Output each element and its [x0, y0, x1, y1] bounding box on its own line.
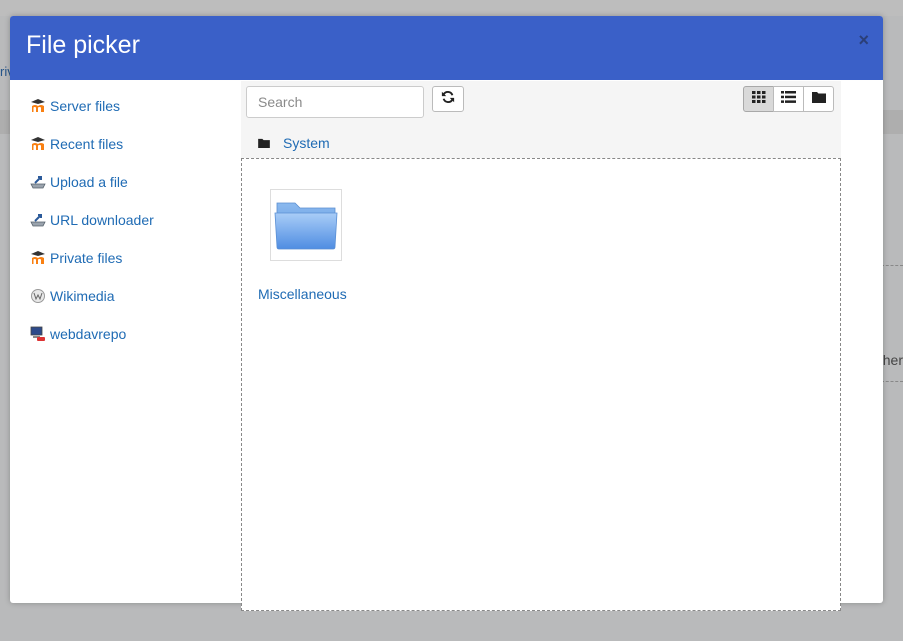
- repo-item-label: Server files: [50, 98, 121, 114]
- moodle-icon: [30, 250, 46, 266]
- folder-thumbnail: [270, 189, 342, 261]
- refresh-button[interactable]: [432, 86, 464, 112]
- dialog-title: File picker: [26, 31, 140, 59]
- repo-item-wikimedia[interactable]: Wikimedia: [30, 277, 154, 315]
- refresh-icon: [441, 90, 455, 109]
- file-toolbar: System: [241, 81, 841, 158]
- background-divider: [881, 265, 903, 266]
- file-listing-area: Miscellaneous: [241, 158, 841, 611]
- view-mode-switcher: [743, 86, 834, 112]
- folder-icon: [258, 135, 270, 151]
- repository-list: Server files Recent files Upload a file …: [30, 87, 154, 353]
- upload-icon: [30, 174, 46, 190]
- repo-item-webdavrepo[interactable]: webdavrepo: [30, 315, 154, 353]
- view-tree-button[interactable]: [803, 86, 834, 112]
- wikimedia-icon: [30, 288, 46, 304]
- url-download-icon: [30, 212, 46, 228]
- file-item-label: Miscellaneous: [258, 286, 347, 302]
- moodle-icon: [30, 98, 46, 114]
- file-picker-content: System: [241, 81, 841, 611]
- background-top-bar: [0, 0, 903, 16]
- view-icons-button[interactable]: [743, 86, 774, 112]
- repo-item-label: URL downloader: [50, 212, 154, 228]
- close-button[interactable]: ×: [858, 30, 869, 51]
- repo-item-label: Recent files: [50, 136, 124, 152]
- breadcrumb: System: [258, 135, 330, 151]
- moodle-icon: [30, 136, 46, 152]
- repo-item-recent-files[interactable]: Recent files: [30, 125, 154, 163]
- folder-icon: [273, 195, 339, 256]
- repo-item-label: Private files: [50, 250, 123, 266]
- list-icon: [781, 90, 796, 108]
- search-input[interactable]: [246, 86, 424, 118]
- dialog-header: File picker ×: [10, 16, 883, 80]
- breadcrumb-item-system[interactable]: System: [283, 135, 330, 151]
- grid-icon: [751, 90, 766, 108]
- repo-item-label: Wikimedia: [50, 288, 115, 304]
- background-divider: [881, 381, 903, 382]
- repo-item-label: webdavrepo: [50, 326, 127, 342]
- repo-item-url-downloader[interactable]: URL downloader: [30, 201, 154, 239]
- file-item-folder[interactable]: Miscellaneous: [258, 189, 358, 302]
- webdav-icon: [30, 326, 46, 342]
- repo-item-upload-a-file[interactable]: Upload a file: [30, 163, 154, 201]
- folder-icon: [811, 90, 826, 108]
- repo-item-label: Upload a file: [50, 174, 128, 190]
- repo-item-server-files[interactable]: Server files: [30, 87, 154, 125]
- view-list-button[interactable]: [773, 86, 804, 112]
- repo-item-private-files[interactable]: Private files: [30, 239, 154, 277]
